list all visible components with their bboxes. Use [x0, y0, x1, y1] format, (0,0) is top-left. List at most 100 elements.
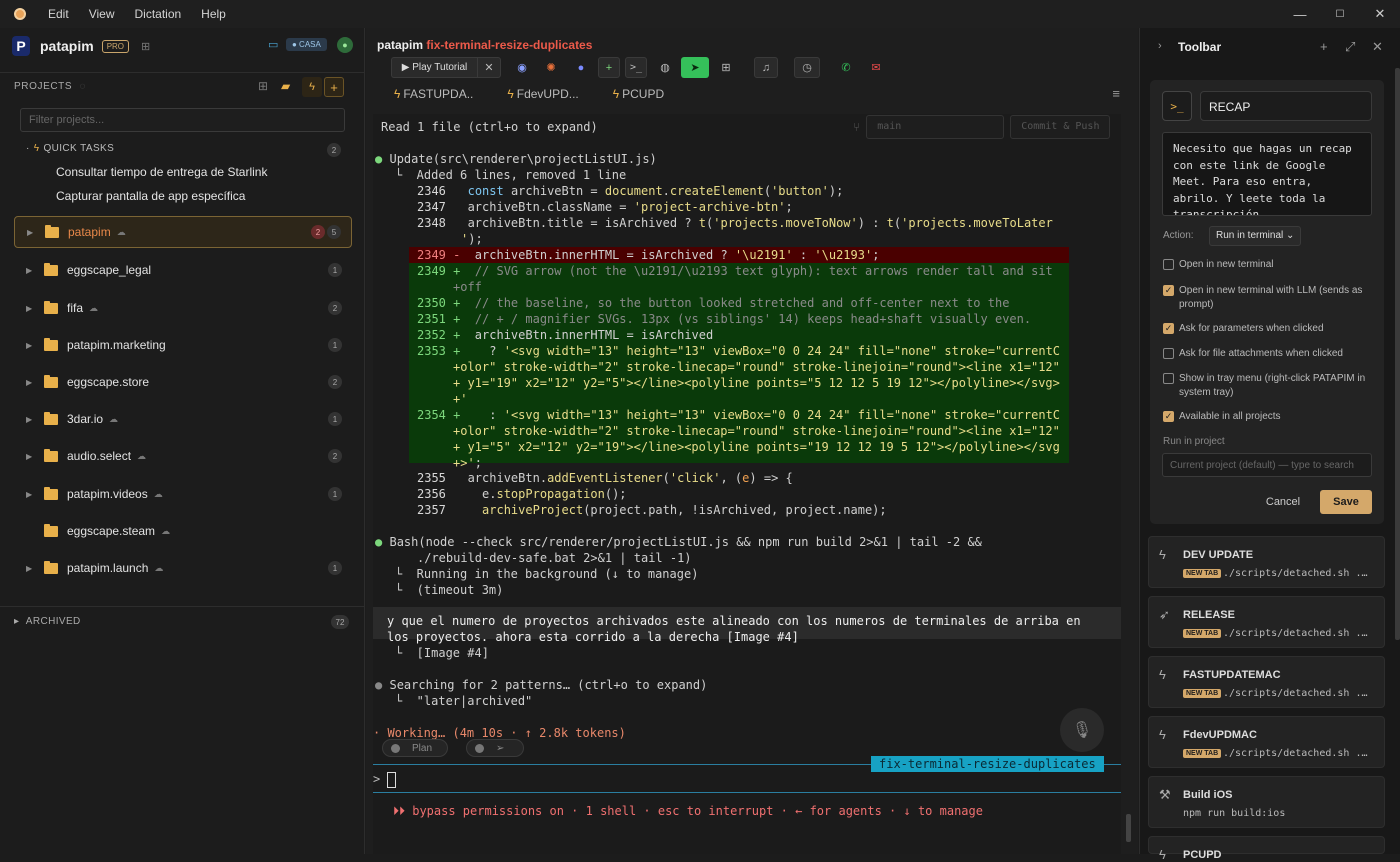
action-select[interactable]: Run in terminal ⌄	[1209, 226, 1302, 246]
monitor-icon[interactable]: ▭	[268, 38, 278, 51]
menu-dictation[interactable]: Dictation	[134, 7, 181, 21]
save-button[interactable]: Save	[1320, 490, 1372, 514]
env-badge[interactable]: ● CASA	[286, 38, 327, 51]
project-row[interactable]: eggscape.steam ☁	[14, 515, 352, 547]
shortcut-card[interactable]: ⚒ Build iOS npm run build:ios	[1148, 776, 1385, 828]
checkbox-checked-icon[interactable]: ✓	[1163, 323, 1174, 334]
expand-icon[interactable]: ▶	[26, 452, 42, 461]
checkbox-empty-icon[interactable]	[1163, 373, 1174, 384]
expand-icon[interactable]: ▶	[26, 304, 42, 313]
option-checkbox[interactable]: ✓ Available in all projects	[1163, 410, 1373, 424]
quick-task-button[interactable]: ϟ	[302, 77, 322, 97]
dismiss-tutorial-button[interactable]: ✕	[477, 57, 501, 78]
terminal-icon[interactable]: >_	[625, 57, 647, 78]
globe-icon[interactable]: ◍	[655, 57, 675, 78]
checkbox-checked-icon[interactable]: ✓	[1163, 411, 1174, 422]
code-line: 2347 archiveBtn.className = 'project-arc…	[417, 200, 793, 214]
whatsapp-icon[interactable]: ✆	[836, 57, 856, 78]
checkbox-empty-icon[interactable]	[1163, 259, 1174, 270]
cancel-button[interactable]: Cancel	[1254, 490, 1312, 514]
option-checkbox[interactable]: Ask for file attachments when clicked	[1163, 347, 1373, 361]
grid-icon[interactable]: ⊞	[716, 57, 736, 78]
commit-push-button[interactable]: Commit & Push	[1010, 115, 1111, 139]
shortcut-card[interactable]: ϟ PCUPD	[1148, 836, 1385, 862]
add-terminal-button[interactable]: +	[598, 57, 620, 78]
project-row[interactable]: ▶ audio.select ☁ 2	[14, 440, 352, 472]
filter-projects-input[interactable]: Filter projects...	[20, 108, 345, 132]
add-project-button[interactable]: +	[324, 77, 344, 97]
shortcut-card[interactable]: ϟ FASTUPDATEMAC NEW TAB ./scripts/detached.…	[1148, 656, 1385, 708]
shortcut-card[interactable]: ➶ RELEASE NEW TAB ./scripts/detached.sh ...	[1148, 596, 1385, 648]
compass-icon[interactable]: ◉	[512, 57, 532, 78]
expand-icon[interactable]: ▶	[26, 564, 42, 573]
hamburger-menu-icon[interactable]: ≡	[1112, 86, 1120, 101]
cursor-tool-button[interactable]: ➤	[681, 57, 709, 78]
refresh-icon[interactable]: ◌	[76, 81, 86, 92]
clock-icon[interactable]: ◷	[794, 57, 820, 78]
project-row[interactable]: ▶ fifa ☁ 2	[14, 292, 352, 324]
archived-section[interactable]: ▸ ARCHIVED	[14, 616, 81, 627]
branch-select[interactable]: main	[866, 115, 1005, 139]
expand-icon[interactable]: ▶	[26, 415, 42, 424]
menu-view[interactable]: View	[89, 7, 115, 21]
option-checkbox[interactable]: Show in tray menu (right-click PATAPIM i…	[1163, 372, 1373, 400]
plus-icon[interactable]: +	[1320, 39, 1328, 54]
quick-tasks-header[interactable]: · ϟ QUICK TASKS	[26, 143, 114, 154]
play-tutorial-button[interactable]: ▶ Play Tutorial	[391, 57, 477, 78]
grid-icon[interactable]: ⊞	[258, 79, 268, 93]
menubar: Edit View Dictation Help — ☐ ✕	[0, 0, 1400, 28]
menu-edit[interactable]: Edit	[48, 7, 69, 21]
tab-fdevupd[interactable]: ϟ FdevUPD...	[507, 87, 578, 101]
tool-name-input[interactable]: RECAP	[1200, 91, 1372, 121]
user-avatar[interactable]: ●	[337, 37, 353, 53]
prompt-cursor[interactable]	[387, 772, 396, 788]
project-row[interactable]: ▶ 3dar.io ☁ 1	[14, 403, 352, 435]
bell-icon[interactable]: ♫	[754, 57, 778, 78]
gemini-icon[interactable]: ●	[571, 57, 591, 78]
project-row[interactable]: ▶ patapim.videos ☁ 1	[14, 478, 352, 510]
project-row[interactable]: ▶ patapim.launch ☁ 1	[14, 552, 352, 584]
close-icon[interactable]: ✕	[1372, 39, 1383, 55]
project-row[interactable]: ▶ patapim.marketing 1	[14, 329, 352, 361]
project-row[interactable]: ▶ patapim ☁ 5 2	[14, 216, 352, 248]
sparkle-icon[interactable]: ✺	[541, 57, 561, 78]
option-checkbox[interactable]: ✓ Open in new terminal with LLM (sends as…	[1163, 284, 1373, 312]
minimize-button[interactable]: —	[1280, 0, 1320, 28]
maximize-button[interactable]: ☐	[1320, 0, 1360, 28]
mail-icon[interactable]: ✉	[866, 57, 886, 78]
project-row[interactable]: ▶ eggscape_legal 1	[14, 254, 352, 286]
panel-scrollbar[interactable]	[1395, 68, 1400, 640]
project-row[interactable]: ▶ eggscape.store 2	[14, 366, 352, 398]
expand-icon[interactable]: ▶	[26, 341, 42, 350]
folder-open-icon[interactable]: ▰	[281, 79, 290, 93]
close-window-button[interactable]: ✕	[1360, 0, 1400, 28]
option-checkbox[interactable]: Open in new terminal	[1163, 258, 1373, 272]
user-message-line: los proyectos. ahora esta corrido a la d…	[387, 630, 799, 644]
send-toggle[interactable]: ➢	[466, 739, 524, 757]
expand-icon[interactable]: ▶	[26, 490, 42, 499]
checkbox-checked-icon[interactable]: ✓	[1163, 285, 1174, 296]
tool-prompt-textarea[interactable]: Necesito que hagas un recap con este lin…	[1162, 132, 1372, 216]
shortcut-card[interactable]: ϟ DEV UPDATE NEW TAB ./scripts/detached.sh …	[1148, 536, 1385, 588]
chevron-right-icon[interactable]: ›	[1158, 40, 1162, 52]
plan-toggle[interactable]: Plan	[382, 739, 448, 757]
shortcut-name: DEV UPDATE	[1183, 549, 1254, 561]
expand-icon[interactable]: ▶	[27, 228, 43, 237]
checkbox-empty-icon[interactable]	[1163, 348, 1174, 359]
gift-icon[interactable]: ⊞	[141, 40, 150, 53]
terminal-scrollbar[interactable]	[1126, 814, 1131, 842]
expand-icon[interactable]: ▶	[26, 266, 42, 275]
tab-fastupda[interactable]: ϟ FASTUPDA..	[394, 87, 473, 101]
microphone-button[interactable]: 🎙	[1060, 708, 1104, 752]
quick-task-item[interactable]: Consultar tiempo de entrega de Starlink	[56, 165, 267, 179]
expand-icon[interactable]: ⤢	[1345, 39, 1355, 55]
expand-icon[interactable]: ▶	[26, 378, 42, 387]
menu-help[interactable]: Help	[201, 7, 226, 21]
option-checkbox[interactable]: ✓ Ask for parameters when clicked	[1163, 322, 1373, 336]
tab-pcupd[interactable]: ϟ PCUPD	[613, 87, 664, 101]
tool-icon-button[interactable]: >_	[1162, 91, 1192, 121]
quick-task-item[interactable]: Capturar pantalla de app específica	[56, 189, 245, 203]
run-in-project-input[interactable]: Current project (default) — type to sear…	[1162, 453, 1372, 477]
shortcut-card[interactable]: ϟ FdevUPDMAC NEW TAB ./scripts/detached.sh …	[1148, 716, 1385, 768]
toolbar-header: › Toolbar + ⤢ ✕	[1140, 28, 1400, 68]
